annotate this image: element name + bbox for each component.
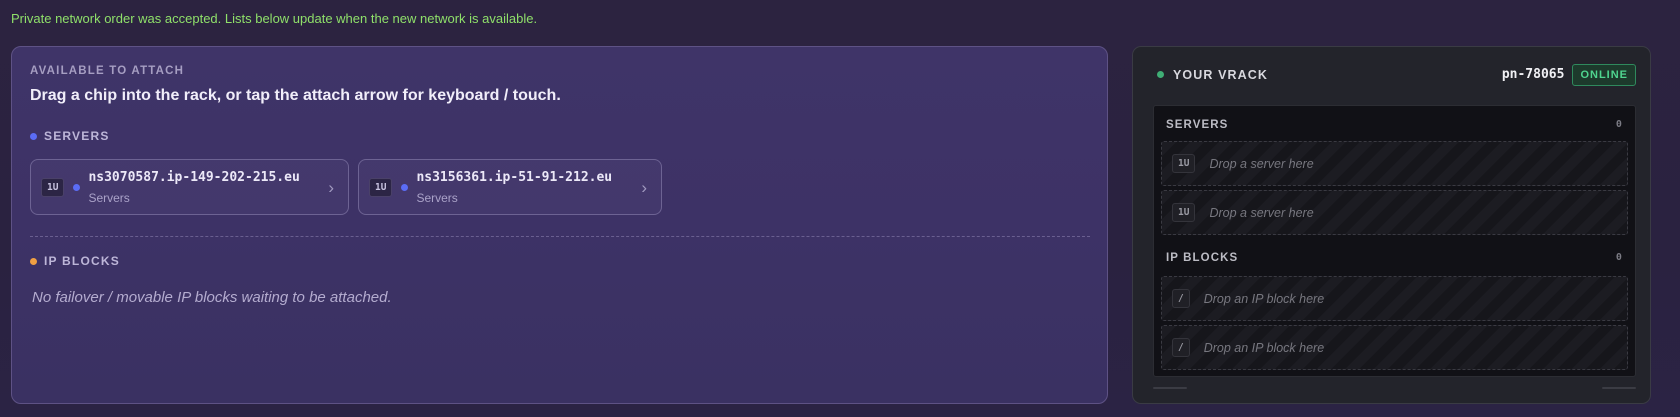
attach-arrow-icon[interactable]: › [641,178,647,198]
slot-prefix-badge: / [1172,338,1190,357]
server-hostname: ns3070587.ip-149-202-215.eu [88,169,300,185]
rack-servers-label: SERVERS [1166,119,1229,131]
server-type: Servers [88,190,130,205]
ip-block-drop-slot[interactable]: / Drop an IP block here [1161,276,1628,321]
slot-placeholder: Drop a server here [1209,156,1314,171]
server-chip[interactable]: 1U ns3156361.ip-51-91-212.eu Servers › [358,159,662,215]
slot-prefix-badge: / [1172,289,1190,308]
ip-blocks-empty-message: No failover / movable IP blocks waiting … [32,289,392,306]
slot-placeholder: Drop an IP block here [1203,340,1325,355]
rack-unit-badge: 1U [41,177,65,197]
slot-unit-badge: 1U [1172,203,1196,222]
rack-ip-blocks-header: IP BLOCKS 0 [1166,252,1623,264]
servers-section-title: SERVERS [44,129,110,143]
status-dot-icon [1157,71,1164,78]
section-divider [30,236,1090,237]
rack-foot-left [1153,387,1187,389]
ip-blocks-section-title: IP BLOCKS [44,254,120,268]
server-type: Servers [416,190,458,205]
rack-foot-right [1602,387,1636,389]
rack-servers-count: 0 [1615,119,1623,130]
ip-blocks-dot-icon [30,257,37,265]
status-badge: ONLINE [1572,63,1636,86]
server-chip[interactable]: 1U ns3070587.ip-149-202-215.eu Servers › [30,159,349,215]
vrack-title: YOUR VRACK [1173,67,1269,82]
vrack-header: YOUR VRACK pn-78065 ONLINE [1133,47,1650,102]
server-dot-icon [401,183,409,191]
vrack-id: pn-78065 [1501,67,1565,82]
status-notice: Private network order was accepted. List… [11,11,538,26]
ip-block-drop-slot[interactable]: / Drop an IP block here [1161,325,1628,370]
panel-eyebrow: AVAILABLE TO ATTACH [30,65,185,77]
ip-blocks-section-label: IP BLOCKS [30,254,120,268]
slot-placeholder: Drop an IP block here [1203,291,1325,306]
attach-arrow-icon[interactable]: › [328,178,334,198]
available-to-attach-panel: AVAILABLE TO ATTACH Drag a chip into the… [11,46,1108,404]
panel-headline: Drag a chip into the rack, or tap the at… [30,87,561,104]
rack-unit-badge: 1U [369,177,393,197]
slot-placeholder: Drop a server here [1209,205,1314,220]
slot-unit-badge: 1U [1172,154,1196,173]
server-hostname: ns3156361.ip-51-91-212.eu [416,169,613,185]
server-dot-icon [73,183,81,191]
rack-ip-blocks-label: IP BLOCKS [1166,252,1239,264]
servers-dot-icon [30,132,37,140]
server-chip-list: 1U ns3070587.ip-149-202-215.eu Servers ›… [30,159,662,215]
vrack-drop-area: SERVERS 0 1U Drop a server here 1U Drop … [1153,105,1636,377]
rack-ip-blocks-count: 0 [1615,252,1623,263]
server-drop-slot[interactable]: 1U Drop a server here [1161,141,1628,186]
vrack-panel: YOUR VRACK pn-78065 ONLINE SERVERS 0 1U … [1132,46,1651,404]
server-drop-slot[interactable]: 1U Drop a server here [1161,190,1628,235]
rack-servers-header: SERVERS 0 [1166,119,1623,131]
servers-section-label: SERVERS [30,129,110,143]
